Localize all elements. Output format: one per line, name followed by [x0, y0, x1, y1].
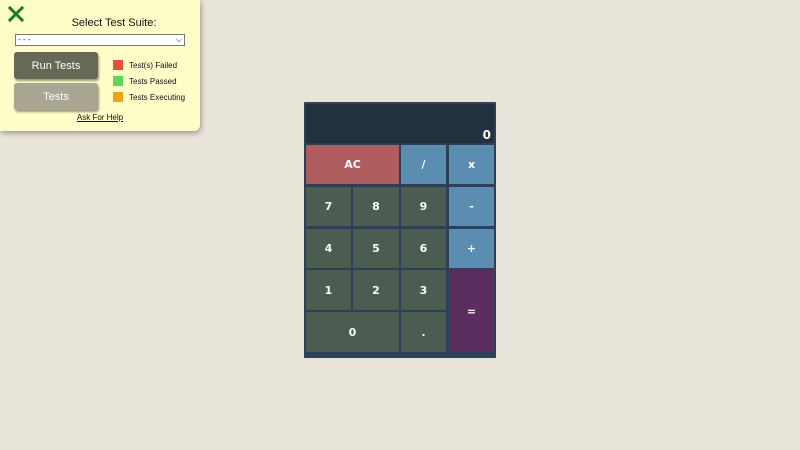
legend-label-failed: Test(s) Failed [129, 60, 178, 70]
add-button[interactable]: + [449, 229, 494, 268]
multiply-button[interactable]: x [449, 145, 494, 184]
one-button[interactable]: 1 [306, 270, 351, 310]
run-tests-button[interactable]: Run Tests [14, 52, 98, 79]
legend-item-passed: Tests Passed [113, 73, 185, 89]
divide-button[interactable]: / [401, 145, 446, 184]
select-test-suite-title: Select Test Suite: [71, 17, 157, 29]
six-button[interactable]: 6 [401, 229, 446, 268]
five-button[interactable]: 5 [353, 229, 399, 268]
zero-button[interactable]: 0 [306, 312, 399, 352]
three-button[interactable]: 3 [401, 270, 446, 310]
subtract-button[interactable]: - [449, 187, 494, 226]
legend-label-executing: Tests Executing [129, 92, 186, 102]
equals-button[interactable]: = [449, 270, 494, 352]
tests-button[interactable]: Tests [14, 83, 98, 110]
passed-swatch [113, 76, 123, 86]
nine-button[interactable]: 9 [401, 187, 446, 226]
legend-item-failed: Test(s) Failed [113, 57, 185, 73]
ask-for-help-link[interactable]: Ask For Help [0, 113, 200, 122]
clear-button[interactable]: AC [306, 145, 399, 184]
legend-item-executing: Tests Executing [113, 89, 185, 105]
eight-button[interactable]: 8 [353, 187, 399, 226]
test-suite-select[interactable]: - - - ⌵ [15, 34, 185, 46]
seven-button[interactable]: 7 [306, 187, 351, 226]
chevron-down-icon: ⌵ [175, 35, 182, 44]
test-legend: Test(s) Failed Tests Passed Tests Execut… [113, 57, 185, 105]
calculator-display: 0 [306, 104, 494, 143]
test-suite-select-value: - - - [18, 35, 31, 44]
test-suite-panel: Select Test Suite: - - - ⌵ Run Tests Tes… [0, 0, 200, 131]
decimal-button[interactable]: . [401, 312, 446, 352]
failed-swatch [113, 60, 123, 70]
two-button[interactable]: 2 [353, 270, 399, 310]
legend-label-passed: Tests Passed [129, 76, 177, 86]
four-button[interactable]: 4 [306, 229, 351, 268]
display-value: 0 [482, 128, 491, 142]
calculator: 0 AC / x 7 8 9 - 4 5 6 + 1 2 3 = 0 . [304, 102, 496, 358]
executing-swatch [113, 92, 123, 102]
